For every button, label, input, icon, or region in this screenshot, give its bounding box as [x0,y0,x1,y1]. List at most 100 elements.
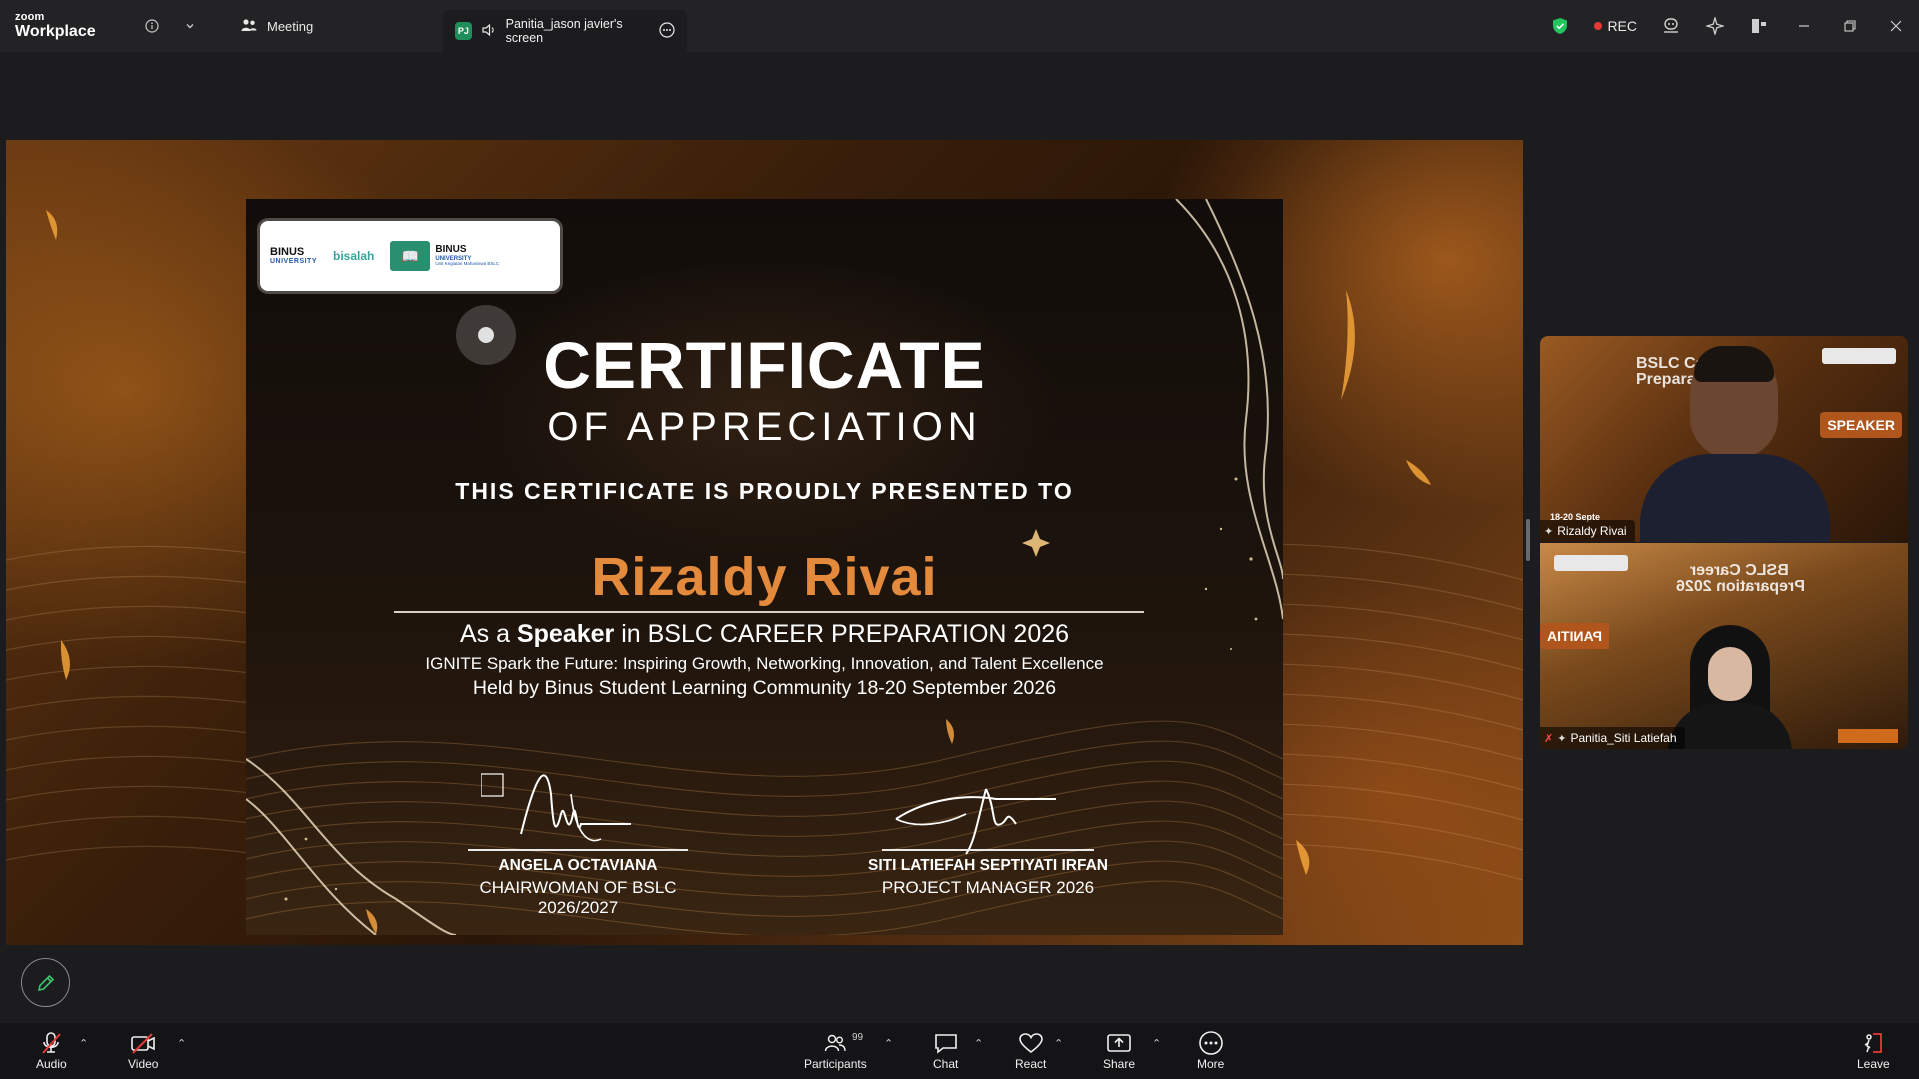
tile2-bg-line2: Preparation 2026 [1676,578,1805,595]
annotate-button[interactable] [21,958,70,1007]
more-label: More [1197,1057,1225,1071]
chat-bubble-icon [934,1030,958,1056]
participant-body [1668,703,1792,749]
leave-door-icon [1861,1030,1885,1056]
pin-icon: ✦ [1544,525,1554,538]
nameplate-speaker: ✦ Rizaldy Rivai [1540,520,1635,542]
video-tile-panitia[interactable]: BSLC Career Preparation 2026 PANITIA ✗ ✦… [1540,543,1908,749]
nameplate-panitia: ✗ ✦ Panitia_Siti Latiefah [1540,727,1685,749]
sparkle-icon[interactable] [1704,15,1726,37]
tile1-logo-strip [1822,348,1896,364]
signatory-2-title: PROJECT MANAGER 2026 [881,878,1095,897]
share-options-caret[interactable]: ⌃ [1152,1037,1161,1050]
video-options-caret[interactable]: ⌃ [177,1037,186,1050]
sponsor-logos-card: BINUS UNIVERSITY bisalah 📖 BINUS UNIVERS… [260,221,560,291]
logo-small-text: zoom [15,11,45,23]
role-prefix: As a [459,620,510,648]
participant-name-1: Rizaldy Rivai [1557,524,1627,538]
more-button[interactable]: More [1197,1030,1224,1071]
signature-line [882,849,1094,851]
video-label: Video [128,1057,159,1071]
participants-options-caret[interactable]: ⌃ [884,1037,893,1050]
leave-label: Leave [1857,1057,1890,1071]
people-icon [241,18,257,35]
certificate-title: CERTIFICATE [543,328,986,402]
encryption-shield-icon[interactable] [1549,15,1571,37]
share-button[interactable]: Share [1103,1030,1135,1071]
pin-icon: ✦ [1557,732,1567,745]
tile2-date-strip [1838,729,1898,743]
video-button[interactable]: Video [128,1030,158,1071]
muted-microphone-icon [40,1030,62,1056]
binus-logo-bottom-text: UNIVERSITY [270,258,318,265]
chat-label: Chat [933,1057,959,1071]
zoom-workplace-logo: zoom Workplace [15,12,105,40]
recording-indicator[interactable]: REC [1594,18,1637,34]
bslc-logo-t3: Unit Kegiatan Mahasiswa BSLC [435,261,500,267]
react-button[interactable]: React [1015,1030,1046,1071]
participant-face [1708,647,1752,701]
presenter-avatar-badge: PJ [455,22,472,40]
rec-label: REC [1607,18,1637,34]
tile2-bg-line1: BSLC Career [1690,562,1789,579]
chevron-down-icon[interactable] [179,15,201,37]
panitia-badge: PANITIA [1540,623,1609,649]
video-tile-speaker[interactable]: BSLC Career Preparation 2026 SPEAKER 18-… [1540,336,1908,542]
audio-button[interactable]: Audio [36,1030,67,1071]
ai-companion-icon[interactable] [1660,15,1682,37]
speaker-icon [482,23,496,39]
certificate-subtitle: OF APPRECIATION [547,405,982,449]
role-name: Speaker [516,620,615,648]
role-line: As a Speaker in BSLC CAREER PREPARATION … [246,620,1283,649]
react-options-caret[interactable]: ⌃ [1054,1037,1063,1050]
pencil-icon [37,974,54,991]
binus-university-logo: BINUS UNIVERSITY [270,247,318,266]
signature-2-graphic [895,788,1056,855]
share-label: Share [1103,1057,1136,1071]
logo-big-text: Workplace [15,23,96,40]
tab-shared-screen-label: Panitia_jason javier's screen [505,17,623,45]
name-underline [394,611,1144,613]
event-tagline: IGNITE Spark the Future: Inspiring Growt… [425,654,1104,673]
participants-count: 99 [852,1032,864,1043]
tile2-logo-strip [1554,555,1628,571]
meeting-toolbar: Audio ⌃ Video ⌃ Participants 99 ⌃ Chat ⌃… [0,1023,1919,1079]
participants-label: Participants [804,1057,867,1071]
audio-options-caret[interactable]: ⌃ [79,1037,88,1050]
role-suffix: in BSLC CAREER PREPARATION 2026 [621,620,1070,648]
heart-icon [1018,1030,1044,1056]
recording-dot-icon [1594,22,1603,30]
title-bar: zoom Workplace Meeting PJ Panitia_jason … [0,0,1919,52]
signatory-1-name: ANGELA OCTAVIANA [498,857,658,874]
signatory-2-name: SITI LATIEFAH SEPTIYATI IRFAN [868,857,1108,874]
bslc-logo-t1: BINUS [435,244,467,256]
info-icon[interactable] [141,15,163,37]
recipient-name: Rizaldy Rivai [591,547,938,607]
muted-mic-icon: ✗ [1544,732,1554,745]
more-options-icon[interactable] [659,21,675,41]
react-label: React [1015,1057,1047,1071]
book-icon: 📖 [390,241,431,271]
certificate: BINUS UNIVERSITY bisalah 📖 BINUS UNIVERS… [246,199,1283,935]
shared-screen-view[interactable]: BINUS UNIVERSITY bisalah 📖 BINUS UNIVERS… [6,140,1523,945]
tab-shared-screen[interactable]: PJ Panitia_jason javier's screen [443,10,688,52]
chat-options-caret[interactable]: ⌃ [974,1037,983,1050]
tab-meeting[interactable]: Meeting [231,0,323,52]
presented-to-text: THIS CERTIFICATE IS PROUDLY PRESENTED TO [455,478,1074,504]
held-by-line: Held by Binus Student Learning Community… [472,677,1057,699]
participant-name-2: Panitia_Siti Latiefah [1570,731,1677,745]
participant-hair [1694,346,1774,382]
bslc-logo: 📖 BINUS UNIVERSITY Unit Kegiatan Mahasis… [390,241,499,271]
signature-block-project-manager: SITI LATIEFAH SEPTIYATI IRFAN PROJECT MA… [868,849,1108,898]
chat-button[interactable]: Chat [933,1030,958,1071]
restore-button[interactable] [1827,0,1873,52]
signature-block-chairwoman: ANGELA OCTAVIANA CHAIRWOMAN OF BSLC 2026… [458,849,698,918]
view-layout-icon[interactable] [1748,15,1770,37]
signature-1-graphic [481,773,631,842]
gallery-resize-handle[interactable] [1526,519,1530,561]
leave-button[interactable]: Leave [1857,1030,1890,1071]
audio-label: Audio [36,1057,67,1071]
minimize-button[interactable] [1781,0,1827,52]
close-button[interactable] [1873,0,1919,52]
bisalah-logo: bisalah [333,249,375,263]
